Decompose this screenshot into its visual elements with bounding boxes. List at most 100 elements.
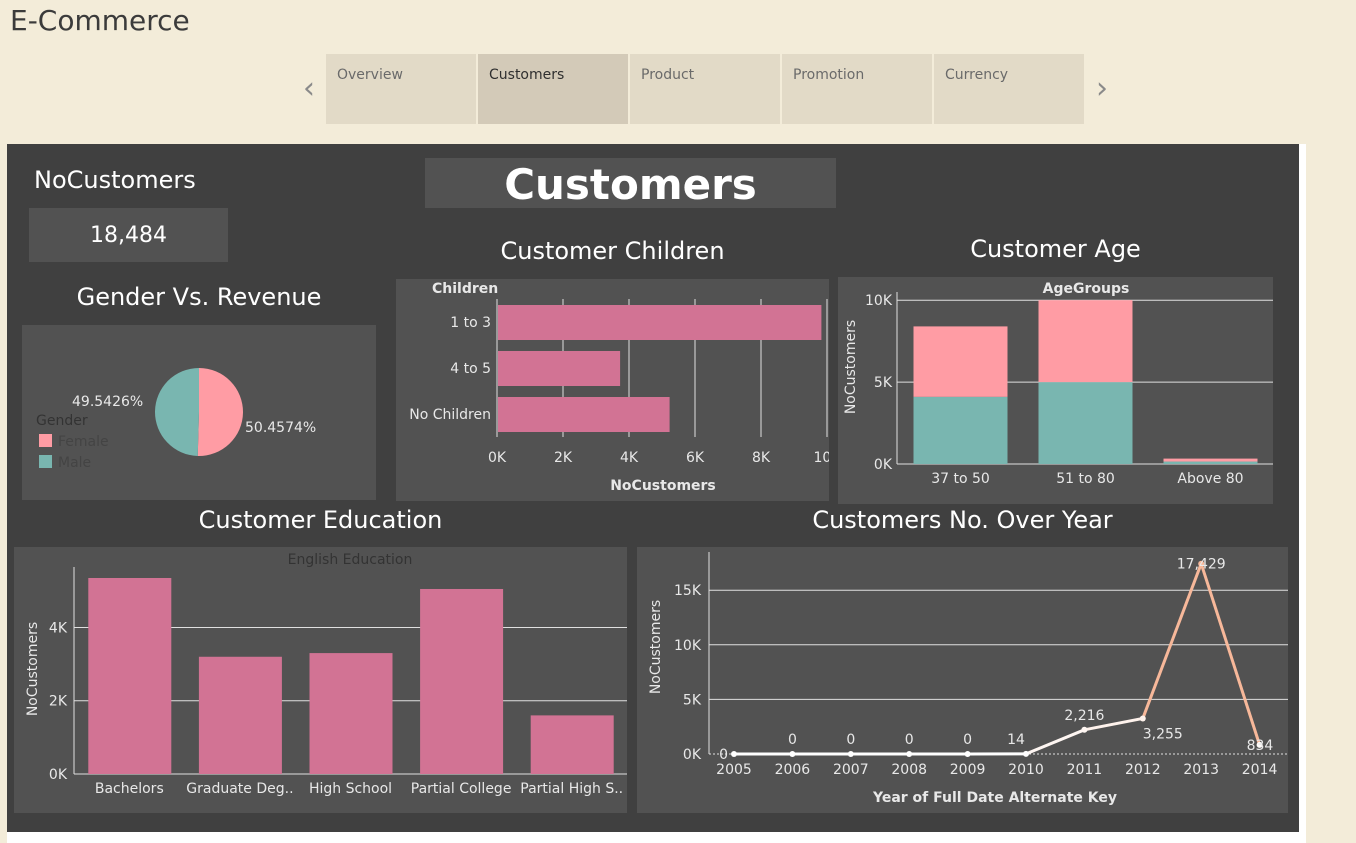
years-point (964, 751, 971, 757)
education-y-tick: 4K (49, 620, 68, 636)
years-x-tick: 2014 (1242, 762, 1278, 778)
years-point (1139, 715, 1146, 722)
education-chart-title: Customer Education (198, 506, 443, 534)
years-point (847, 751, 854, 757)
app-title: E-Commerce (10, 4, 190, 37)
children-category-label: No Children (409, 407, 491, 423)
years-line-segment (1025, 728, 1085, 756)
gender-chart-panel: 49.5426% 50.4574% Gender Female Male (22, 325, 376, 500)
legend-label-female: Female (58, 434, 109, 450)
age-bar-segment-male (1163, 461, 1258, 464)
years-y-tick: 0K (683, 747, 702, 763)
years-data-label: 14 (1007, 732, 1025, 748)
education-y-axis-title: NoCustomers (25, 622, 41, 716)
children-bar (498, 351, 621, 386)
years-x-tick: 2007 (833, 762, 869, 778)
age-y-tick: 0K (874, 457, 893, 473)
children-x-tick: 10K (814, 450, 830, 466)
children-bar (498, 397, 670, 432)
years-point (1023, 750, 1029, 757)
years-data-label: 834 (1247, 738, 1274, 754)
years-data-label: 0 (788, 732, 797, 748)
tab-promotion[interactable]: Promotion (782, 54, 932, 124)
education-category-label: Graduate Deg.. (186, 781, 293, 797)
education-bar-chart: English Education NoCustomers 0K 2K 4K Bach… (25, 552, 627, 797)
years-data-label: 0 (963, 732, 972, 748)
story-tabs: Overview Customers Product Promotion Cur… (326, 54, 1086, 124)
years-x-tick: 2012 (1125, 762, 1161, 778)
age-stacked-bar-chart: AgeGroups NoCustomers 0K 5K 10K 37 to 50 51 … (843, 281, 1273, 487)
age-bar-segment-male (913, 396, 1008, 464)
gender-chart-title: Gender Vs. Revenue (76, 283, 322, 311)
years-line-segment (1199, 563, 1262, 746)
education-bar (88, 577, 172, 774)
children-x-axis-title: NoCustomers (610, 478, 716, 494)
education-category-label: Bachelors (95, 781, 164, 797)
pie-label-male: 49.5426% (72, 394, 143, 410)
kpi-value: 18,484 (29, 208, 228, 262)
children-row-header: Children (432, 281, 498, 297)
years-x-tick: 2013 (1183, 762, 1219, 778)
years-line-chart: NoCustomers Year of Full Date Alternate … (648, 552, 1288, 806)
age-category-label: 37 to 50 (931, 471, 990, 487)
years-point (1081, 726, 1088, 733)
years-x-tick: 2009 (950, 762, 986, 778)
years-x-tick: 2011 (1067, 762, 1103, 778)
education-bar (309, 653, 393, 774)
years-data-label: 0 (719, 747, 728, 763)
years-x-axis-title: Year of Full Date Alternate Key (872, 790, 1117, 806)
children-bar-chart: Children NoCustomers 0K 2K 4K 6K 8K 10K 1 to 3… (409, 281, 841, 494)
tab-currency[interactable]: Currency (934, 54, 1084, 124)
tab-overview[interactable]: Overview (326, 54, 476, 124)
children-x-tick: 6K (686, 450, 705, 466)
dashboard-bottom-edge (7, 832, 1306, 843)
education-bar (198, 656, 282, 774)
education-y-tick: 0K (49, 767, 68, 783)
years-data-label: 0 (905, 732, 914, 748)
children-x-tick: 0K (488, 450, 507, 466)
chevron-left-icon[interactable]: ‹ (299, 72, 319, 106)
children-chart-title: Customer Children (500, 237, 725, 265)
dashboard-edge (1299, 144, 1306, 843)
years-data-label: 0 (846, 732, 855, 748)
age-y-tick: 5K (874, 375, 893, 391)
age-y-axis-title: NoCustomers (843, 320, 859, 414)
years-point (906, 751, 913, 757)
age-category-label: Above 80 (1177, 471, 1243, 487)
children-category-label: 1 to 3 (450, 315, 491, 331)
years-data-label: 17,429 (1177, 557, 1226, 573)
years-y-axis-title: NoCustomers (648, 600, 664, 694)
years-y-tick: 10K (674, 638, 702, 654)
legend-swatch-male (39, 455, 52, 468)
legend-label-male: Male (58, 455, 91, 471)
tab-product[interactable]: Product (630, 54, 780, 124)
education-header: English Education (288, 552, 413, 568)
education-chart-panel: English Education NoCustomers 0K 2K 4K Bach… (14, 547, 627, 813)
legend-title: Gender (36, 413, 88, 429)
education-bar (420, 588, 504, 774)
years-x-tick: 2005 (716, 762, 752, 778)
years-x-tick: 2006 (775, 762, 811, 778)
years-data-label: 3,255 (1143, 726, 1183, 742)
years-line-segment (1141, 563, 1203, 719)
education-y-tick: 2K (49, 694, 68, 710)
age-bar-segment-male (1038, 382, 1133, 464)
education-category-label: Partial College (411, 781, 512, 797)
pie-slice-female (197, 368, 243, 456)
age-y-tick: 10K (865, 293, 893, 309)
age-bar-segment-female (1163, 458, 1258, 462)
chevron-right-icon[interactable]: › (1092, 72, 1112, 106)
years-x-tick: 2010 (1008, 762, 1044, 778)
years-chart-title: Customers No. Over Year (812, 506, 1113, 534)
education-category-label: High School (309, 781, 392, 797)
tab-customers[interactable]: Customers (478, 54, 628, 124)
years-chart-panel: NoCustomers Year of Full Date Alternate … (637, 547, 1288, 813)
legend-swatch-female (39, 434, 52, 447)
education-category-label: Partial High S.. (520, 781, 623, 797)
years-y-tick: 5K (683, 692, 702, 708)
age-bar-segment-female (913, 326, 1008, 397)
age-bar-segment-female (1038, 300, 1133, 383)
years-data-label: 2,216 (1064, 708, 1104, 724)
children-x-tick: 2K (554, 450, 573, 466)
children-chart-panel: Children NoCustomers 0K 2K 4K 6K 8K 10K 1 to 3… (396, 279, 841, 501)
